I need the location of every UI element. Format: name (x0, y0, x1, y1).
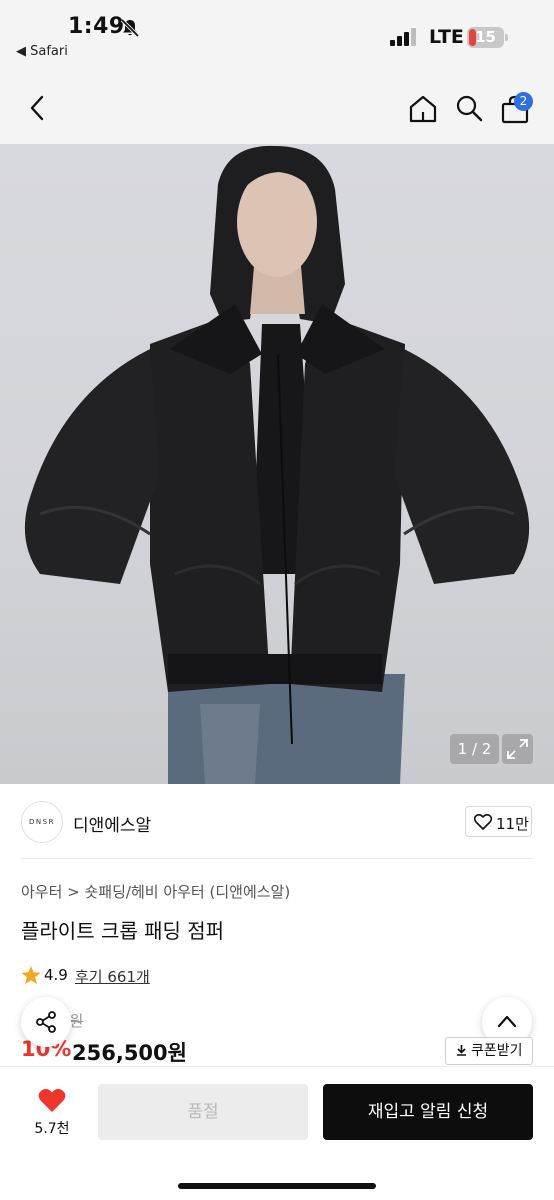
brand-logo[interactable]: DNSR (21, 801, 63, 843)
status-time: 1:49 (68, 14, 125, 39)
heart-outline-icon (474, 814, 492, 830)
sale-price: 256,500원 (72, 1041, 187, 1065)
download-icon (456, 1045, 466, 1056)
brand-name[interactable]: 디앤에스알 (73, 811, 151, 836)
wish-count: 5.7천 (34, 1121, 70, 1137)
brand-like-button[interactable]: 11만 (465, 806, 532, 837)
product-image[interactable]: 1 / 2 (0, 144, 554, 784)
home-icon[interactable] (408, 94, 438, 124)
home-indicator (178, 1183, 376, 1189)
expand-icon (507, 739, 528, 759)
status-bar: 1:49 ◀ Safari LTE 15 (0, 0, 554, 70)
image-pager: 1 / 2 (450, 734, 499, 764)
cart-count-badge: 2 (514, 92, 533, 111)
chevron-up-icon (497, 1015, 517, 1028)
coupon-download-button[interactable]: 쿠폰받기 (445, 1037, 533, 1065)
divider (21, 858, 533, 859)
share-icon (36, 1011, 56, 1033)
bell-muted-icon (120, 18, 140, 38)
heart-filled-icon[interactable] (38, 1088, 66, 1113)
breadcrumb[interactable]: 아우터 > 숏패딩/헤비 아우터 (디앤에스알) (21, 881, 290, 902)
battery-icon: 15 (467, 27, 509, 48)
option-button[interactable]: 품절 (98, 1084, 308, 1140)
share-button[interactable] (21, 997, 71, 1047)
product-title: 플라이트 크롭 패딩 점퍼 (21, 919, 225, 943)
rating-score: 4.9 (44, 966, 68, 984)
model-photo (24, 145, 530, 784)
back-to-safari[interactable]: ◀ Safari (16, 44, 68, 59)
signal-icon (390, 28, 416, 46)
top-nav (0, 70, 554, 144)
expand-image-button[interactable] (502, 734, 533, 764)
star-icon (21, 966, 41, 984)
review-count-link[interactable]: 후기 661개 (75, 966, 150, 987)
battery-level: 15 (475, 28, 496, 46)
coupon-label: 쿠폰받기 (470, 1043, 523, 1059)
search-icon[interactable] (455, 94, 483, 122)
network-type: LTE (429, 26, 464, 48)
back-arrow-icon[interactable] (26, 94, 50, 122)
brand-like-count: 11만 (496, 815, 529, 833)
restock-alert-button[interactable]: 재입고 알림 신청 (323, 1084, 533, 1140)
